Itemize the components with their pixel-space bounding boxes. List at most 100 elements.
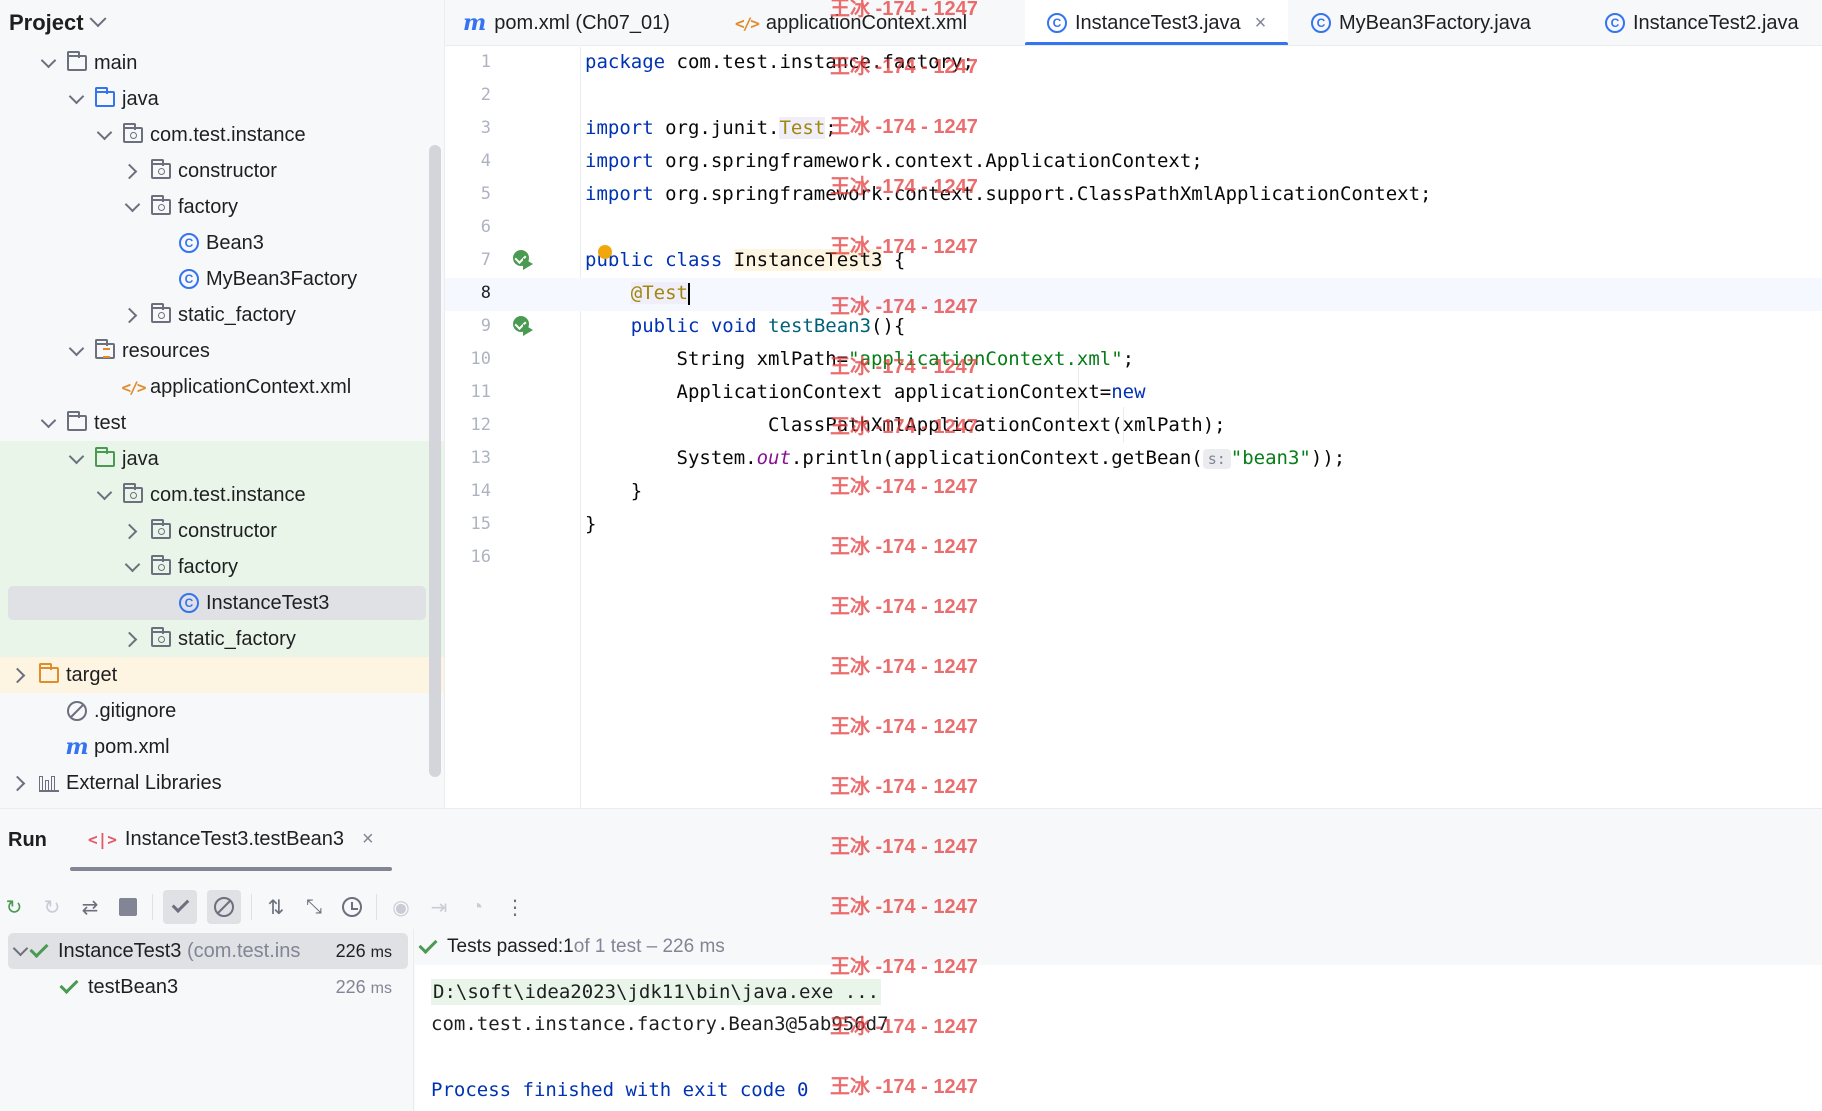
tree-item-factory[interactable]: factory [0, 189, 444, 225]
tree-item-pom-xml[interactable]: m pom.xml [0, 729, 444, 765]
java-class-icon: C [178, 233, 200, 253]
tab-instance-test2-java[interactable]: C InstanceTest2.java [1605, 0, 1799, 45]
tree-item-mybean3factory[interactable]: C MyBean3Factory [0, 261, 444, 297]
chevron-down-icon[interactable] [38, 53, 58, 73]
tab-my-bean3-factory-java[interactable]: C MyBean3Factory.java [1311, 0, 1531, 45]
tree-item-constructor[interactable]: constructor [0, 153, 444, 189]
line-number: 3 [480, 118, 491, 138]
code-text: com.test.instance.factory; [665, 51, 974, 73]
code-line-5[interactable]: 5 import org.springframework.context.sup… [445, 179, 1822, 212]
chevron-down-icon[interactable] [122, 197, 142, 217]
rerun-failed-icon[interactable]: ↻ [38, 893, 66, 921]
console-command-line[interactable]: D:\soft\idea2023\jdk11\bin\java.exe ... [431, 979, 882, 1005]
tree-item-main[interactable]: main [0, 45, 444, 81]
code-line-13[interactable]: 13 System.out.println(applicationContext… [445, 443, 1822, 476]
tree-item-factory[interactable]: factory [0, 549, 444, 585]
tree-item-applicationcontext-xml[interactable]: </> applicationContext.xml [0, 369, 444, 405]
code-line-11[interactable]: 11 ApplicationContext applicationContext… [445, 377, 1822, 410]
code-line-6[interactable]: 6 [445, 212, 1822, 245]
toggle-auto-test-icon[interactable]: ⇄ [76, 893, 104, 921]
run-test-class-icon[interactable] [513, 250, 535, 272]
code-line-15[interactable]: 15 } [445, 509, 1822, 542]
string-literal: "applicationContext.xml" [848, 348, 1123, 370]
camera-icon[interactable]: ◉ [387, 893, 415, 921]
tree-item-target[interactable]: target [0, 657, 444, 693]
tree-item-label: Bean3 [206, 231, 264, 254]
code-line-9[interactable]: 9 public void testBean3(){ [445, 311, 1822, 344]
chevron-right-icon[interactable] [10, 773, 30, 793]
sort-by-duration-icon[interactable]: ⤡ [300, 893, 328, 921]
tab-application-context-xml[interactable]: </> applicationContext.xml [735, 0, 967, 45]
close-tab-icon[interactable]: × [1255, 12, 1267, 35]
code-line-2[interactable]: 2 [445, 80, 1822, 113]
code-line-3[interactable]: 3 import org.junit.Test; [445, 113, 1822, 146]
tree-item-com-test-instance[interactable]: com.test.instance [0, 477, 444, 513]
tree-item-static-factory[interactable]: static_factory [0, 621, 444, 657]
code-line-14[interactable]: 14 } [445, 476, 1822, 509]
lightbulb-icon[interactable] [598, 245, 612, 259]
keyword: import [585, 183, 654, 205]
tree-item-label: java [122, 447, 159, 470]
tree-item-gitignore[interactable]: .gitignore [0, 693, 444, 729]
chevron-right-icon[interactable] [122, 629, 142, 649]
rerun-icon[interactable]: ↻ [0, 893, 28, 921]
chevron-down-icon[interactable] [66, 449, 86, 469]
chevron-down-icon[interactable] [94, 125, 114, 145]
run-configuration-tab[interactable]: <|> InstanceTest3.testBean3 × [88, 828, 374, 851]
chevron-right-icon[interactable] [122, 521, 142, 541]
show-ignored-icon[interactable] [207, 890, 241, 924]
tree-item-com-test-instance[interactable]: com.test.instance [0, 117, 444, 153]
show-passed-icon[interactable] [163, 890, 197, 924]
run-console[interactable]: Tests passed: 1 of 1 test – 226 ms D:\so… [415, 929, 1822, 1111]
chevron-right-icon[interactable] [10, 665, 30, 685]
sort-alphabetically-icon[interactable]: ⇅ [262, 893, 290, 921]
tree-item-external-libraries[interactable]: External Libraries [0, 765, 444, 801]
tab-instance-test3-java[interactable]: C InstanceTest3.java × [1025, 0, 1289, 45]
tree-item-resources[interactable]: resources [0, 333, 444, 369]
tree-item-java[interactable]: java [0, 441, 444, 477]
folder-icon [66, 411, 88, 433]
code-line-12[interactable]: 12 ClassPathXmlApplicationContext(xmlPat… [445, 410, 1822, 443]
tab-pom-xml[interactable]: m pom.xml (Ch07_01) [463, 0, 670, 45]
tree-item-bean3[interactable]: C Bean3 [0, 225, 444, 261]
code-line-7[interactable]: 7 public class InstanceTest3 { [445, 245, 1822, 278]
tree-item-label: pom.xml [94, 735, 170, 758]
code-line-1[interactable]: 1 package com.test.instance.factory; [445, 47, 1822, 80]
run-test-method-icon[interactable] [513, 316, 535, 338]
project-tree-scrollbar[interactable] [429, 145, 441, 777]
chevron-down-icon[interactable] [38, 413, 58, 433]
parameter-hint: s: [1202, 449, 1231, 469]
chevron-right-icon[interactable] [122, 161, 142, 181]
tree-item-test[interactable]: test [0, 405, 444, 441]
close-tab-icon[interactable]: × [362, 828, 374, 851]
test-history-icon[interactable] [338, 893, 366, 921]
code-editor[interactable]: 1 package com.test.instance.factory; 2 3… [445, 47, 1822, 808]
coverage-icon[interactable]: ◔ [463, 893, 491, 921]
code-line-4[interactable]: 4 import org.springframework.context.App… [445, 146, 1822, 179]
chevron-down-icon[interactable] [122, 557, 142, 577]
tree-item-constructor[interactable]: constructor [0, 513, 444, 549]
code-line-16[interactable]: 16 [445, 542, 1822, 575]
test-row-instance-test3[interactable]: InstanceTest3 (com.test.ins 226 ms [0, 933, 414, 969]
stop-icon[interactable] [114, 893, 142, 921]
tree-item-instancetest3[interactable]: C InstanceTest3 [0, 585, 444, 621]
run-tool-window: Run <|> InstanceTest3.testBean3 × ↻ ↻ ⇄ … [0, 808, 1822, 1111]
chevron-right-icon[interactable] [122, 305, 142, 325]
chevron-down-icon[interactable] [10, 941, 30, 961]
static-field: out [756, 447, 791, 469]
tree-item-java[interactable]: java [0, 81, 444, 117]
tree-item-static-factory[interactable]: static_factory [0, 297, 444, 333]
tree-item-label: constructor [178, 159, 277, 182]
project-view-selector[interactable]: Project [0, 0, 444, 46]
test-row-test-bean3[interactable]: testBean3 226 ms [0, 969, 414, 1005]
code-line-8[interactable]: 8 @Test [445, 278, 1822, 311]
test-passed-icon [418, 934, 438, 954]
import-tests-icon[interactable]: ⇥ [425, 893, 453, 921]
chevron-down-icon[interactable] [66, 89, 86, 109]
chevron-down-icon[interactable] [66, 341, 86, 361]
chevron-down-icon[interactable] [94, 485, 114, 505]
code-line-10[interactable]: 10 String xmlPath="applicationContext.xm… [445, 344, 1822, 377]
resources-folder-icon [94, 339, 116, 361]
keyword: void [710, 315, 757, 337]
more-options-icon[interactable]: ⋮ [501, 893, 529, 921]
